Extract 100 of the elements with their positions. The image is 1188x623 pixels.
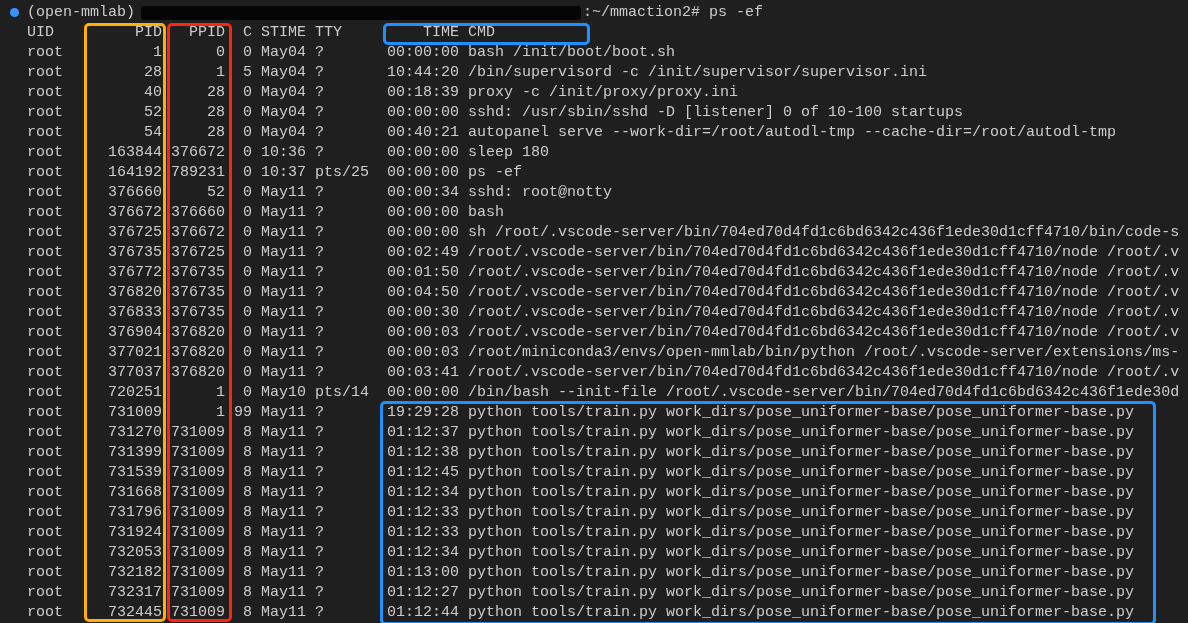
table-cell-text: ? xyxy=(314,183,326,203)
table-cell: 00:40:21 xyxy=(387,123,459,143)
table-cell-text: May11 xyxy=(260,243,306,263)
table-cell: root xyxy=(27,363,63,383)
table-cell-text: 376660 xyxy=(170,203,225,223)
table-cell-text: 376904 xyxy=(107,323,162,343)
table-cell-text: 28 xyxy=(143,63,162,83)
table-cell-text: ? xyxy=(314,463,326,483)
table-cell-text: May04 xyxy=(260,103,306,123)
table-cell-text: 731009 xyxy=(170,583,225,603)
table-cell-text: 376660 xyxy=(107,183,162,203)
table-cell-text: ? xyxy=(314,403,326,423)
column-header: PID xyxy=(134,23,162,43)
table-cell-text: 376820 xyxy=(170,363,225,383)
table-cell: 00:00:34 xyxy=(387,183,459,203)
table-cell-text: 376725 xyxy=(170,243,225,263)
table-cell-text: 1 xyxy=(215,383,225,403)
table-cell: root xyxy=(27,463,63,483)
table-cell: 00:00:00 xyxy=(387,223,459,243)
table-cell: 00:00:00 xyxy=(387,43,459,63)
table-cell-text: 376735 xyxy=(170,303,225,323)
table-cell-text: /root/.vscode-server/bin/704ed70d4fd1c6bd6342c436f1ede30d1cff4710/node /root/.v xyxy=(467,303,1181,323)
table-cell: root xyxy=(27,323,63,343)
table-cell-text: /root/.vscode-server/bin/704ed70d4fd1c6bd6342c436f1ede30d1cff4710/node /root/.v xyxy=(467,323,1181,343)
table-cell-text: 732053 xyxy=(107,543,162,563)
table-cell: 00:03:41 xyxy=(387,363,459,383)
table-cell-text: ? xyxy=(314,423,326,443)
table-cell-text: sshd: /usr/sbin/sshd -D [listener] 0 of 10-100 startups xyxy=(467,103,965,123)
table-cell-text: May11 xyxy=(260,283,306,303)
table-cell-text: 376672 xyxy=(107,203,162,223)
table-cell-text: pts/25 xyxy=(314,163,371,183)
table-cell-text: /root/.vscode-server/bin/704ed70d4fd1c6bd6342c436f1ede30d1cff4710/node /root/.v xyxy=(467,363,1181,383)
table-cell: root xyxy=(27,243,63,263)
table-cell-text: 376772 xyxy=(107,263,162,283)
table-cell-text: May11 xyxy=(260,603,306,623)
table-cell-text: 731796 xyxy=(107,503,162,523)
table-cell: root xyxy=(27,163,63,183)
table-cell: root xyxy=(27,503,63,523)
table-cell-text: 376735 xyxy=(107,243,162,263)
table-cell: root xyxy=(27,283,63,303)
table-cell: root xyxy=(27,223,63,243)
table-cell-text: 731009 xyxy=(170,463,225,483)
table-cell-text: /bin/bash --init-file /root/.vscode-server/bin/704ed70d4fd1c6bd6342c436f1ede30d xyxy=(467,383,1181,403)
table-cell: root xyxy=(27,563,63,583)
table-cell: 00:04:50 xyxy=(387,283,459,303)
table-cell-text: python tools/train.py work_dirs/pose_uniformer-base/pose_uniformer-base.py xyxy=(467,603,1136,623)
table-cell-text: ? xyxy=(314,443,326,463)
table-cell-text: 731009 xyxy=(107,403,162,423)
table-cell-text: 54 xyxy=(143,123,162,143)
table-cell-text: sh /root/.vscode-server/bin/704ed70d4fd1c6bd6342c436f1ede30d1cff4710/bin/code-s xyxy=(467,223,1181,243)
table-cell-text: python tools/train.py work_dirs/pose_uniformer-base/pose_uniformer-base.py xyxy=(467,563,1136,583)
table-cell-text: ? xyxy=(314,303,326,323)
table-cell-text: May11 xyxy=(260,523,306,543)
table-cell: 00:02:49 xyxy=(387,243,459,263)
table-cell-text: ? xyxy=(314,263,326,283)
table-cell-text: 8 xyxy=(242,443,252,463)
table-cell-text: 0 xyxy=(242,83,252,103)
table-cell-text: ? xyxy=(314,603,326,623)
table-cell: 00:00:00 xyxy=(387,203,459,223)
table-cell-text: 731009 xyxy=(170,443,225,463)
table-cell-text: May04 xyxy=(260,43,306,63)
table-cell-text: 0 xyxy=(242,203,252,223)
table-cell-text: 376735 xyxy=(170,283,225,303)
table-cell: 10:44:20 xyxy=(387,63,459,83)
table-cell-text: 731399 xyxy=(107,443,162,463)
table-cell-text: 8 xyxy=(242,483,252,503)
column-header: PPID xyxy=(188,23,225,43)
table-cell-text: May11 xyxy=(260,563,306,583)
table-cell-text: 0 xyxy=(242,43,252,63)
table-cell: 01:12:33 xyxy=(387,503,459,523)
table-cell-text: ? xyxy=(314,243,326,263)
table-cell-text: 28 xyxy=(206,123,225,143)
table-cell-text: autopanel serve --work-dir=/root/autodl-tmp --cache-dir=/root/autodl-tmp xyxy=(467,123,1118,143)
command-text: ps -ef xyxy=(708,3,764,23)
table-cell-text: proxy -c /init/proxy/proxy.ini xyxy=(467,83,740,103)
table-cell-text: python tools/train.py work_dirs/pose_uniformer-base/pose_uniformer-base.py xyxy=(467,403,1136,423)
table-cell-text: May11 xyxy=(260,423,306,443)
table-cell-text: 1 xyxy=(152,43,162,63)
table-cell-text: 8 xyxy=(242,423,252,443)
table-cell-text: ? xyxy=(314,103,326,123)
table-cell: 01:12:38 xyxy=(387,443,459,463)
table-cell-text: 28 xyxy=(206,103,225,123)
table-cell-text: 1 xyxy=(215,63,225,83)
table-cell: 00:00:00 xyxy=(387,383,459,403)
table-cell: 01:12:44 xyxy=(387,603,459,623)
table-cell-text: May11 xyxy=(260,583,306,603)
table-cell-text: ? xyxy=(314,343,326,363)
table-cell-text: 0 xyxy=(242,343,252,363)
table-cell-text: /bin/supervisord -c /init/supervisor/supervisor.ini xyxy=(467,63,929,83)
table-cell-text: 10:37 xyxy=(260,163,306,183)
table-cell-text: May04 xyxy=(260,83,306,103)
table-cell: 19:29:28 xyxy=(387,403,459,423)
table-cell-text: ? xyxy=(314,43,326,63)
table-cell-text: python tools/train.py work_dirs/pose_uniformer-base/pose_uniformer-base.py xyxy=(467,503,1136,523)
column-header: STIME xyxy=(260,23,306,43)
table-cell-text: /root/.vscode-server/bin/704ed70d4fd1c6bd6342c436f1ede30d1cff4710/node /root/.v xyxy=(467,243,1181,263)
table-cell-text: 376672 xyxy=(170,143,225,163)
table-cell: root xyxy=(27,103,63,123)
table-cell: root xyxy=(27,123,63,143)
column-header: C xyxy=(242,23,252,43)
